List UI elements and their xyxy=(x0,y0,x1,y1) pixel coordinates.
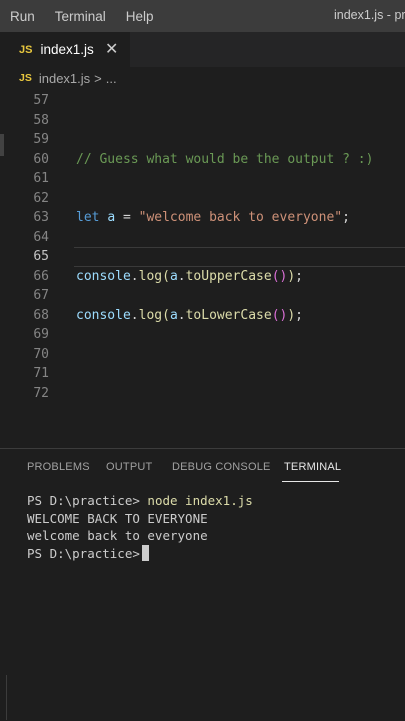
variable-a: a xyxy=(107,210,116,226)
code-line: 62 xyxy=(0,189,405,209)
chevron-right-icon: > xyxy=(94,70,102,86)
code-line: 64 xyxy=(0,228,405,248)
code-line: 67 xyxy=(0,286,405,306)
inner-parens: () xyxy=(271,307,288,323)
dot: . xyxy=(130,268,139,284)
breadcrumb-more[interactable]: ... xyxy=(106,71,117,86)
log-function: log xyxy=(138,307,163,323)
tab-index1-js[interactable]: JS index1.js ✕ xyxy=(0,32,130,67)
terminal-line: PS D:\practice> node index1.js xyxy=(27,492,253,510)
line-number: 64 xyxy=(33,229,49,245)
window-title: index1.js - pr xyxy=(334,8,405,22)
code-line: 72 xyxy=(0,384,405,404)
code-let-statement: let a = "welcome back to everyone"; xyxy=(76,210,350,225)
code-line: 70 xyxy=(0,345,405,365)
code-line: 69 xyxy=(0,325,405,345)
line-number: 67 xyxy=(33,288,49,304)
variable-a: a xyxy=(169,307,178,323)
code-comment: // Guess what would be the output ? :) xyxy=(76,151,374,167)
active-tab-indicator xyxy=(282,481,339,482)
line-number: 66 xyxy=(33,268,49,284)
keyword-let: let xyxy=(76,210,100,226)
open-paren: ( xyxy=(162,268,170,284)
code-line: 66 console.log(a.toUpperCase()); xyxy=(0,267,405,287)
semicolon: ; xyxy=(342,210,350,226)
code-line: 57 xyxy=(0,91,405,111)
menu-help[interactable]: Help xyxy=(116,9,164,24)
tab-label: index1.js xyxy=(40,42,94,57)
close-icon[interactable]: ✕ xyxy=(105,39,118,59)
dot: . xyxy=(177,268,186,284)
line-number: 65 xyxy=(33,249,49,265)
line-number: 58 xyxy=(33,112,49,128)
line-number: 61 xyxy=(33,171,49,187)
line-number: 60 xyxy=(33,151,49,167)
variable-a: a xyxy=(169,268,178,284)
code-log-upper: console.log(a.toUpperCase()); xyxy=(76,269,303,284)
line-number: 63 xyxy=(33,210,49,226)
line-number: 59 xyxy=(33,132,49,148)
terminal-output-upper: WELCOME BACK TO EVERYONE xyxy=(27,510,208,526)
panel-edge-marker xyxy=(6,675,7,720)
dot: . xyxy=(130,307,139,323)
code-line: 60 // Guess what would be the output ? :… xyxy=(0,150,405,170)
tab-terminal[interactable]: TERMINAL xyxy=(284,461,341,473)
menu-run[interactable]: Run xyxy=(0,9,45,24)
bottom-panel: PROBLEMS OUTPUT DEBUG CONSOLE TERMINAL P… xyxy=(0,448,405,721)
menu-bar: Run Terminal Help index1.js - pr xyxy=(0,0,405,32)
terminal-cursor xyxy=(141,545,149,562)
panel-tabs: PROBLEMS OUTPUT DEBUG CONSOLE TERMINAL xyxy=(0,449,405,485)
breadcrumb-file[interactable]: index1.js xyxy=(39,71,90,86)
code-line: 63 let a = "welcome back to everyone"; xyxy=(0,208,405,228)
code-line: 59 xyxy=(0,130,405,150)
line-number: 57 xyxy=(33,93,49,109)
string-literal: "welcome back to everyone" xyxy=(138,210,343,226)
terminal-prompt: PS D:\practice> xyxy=(27,493,140,509)
editor-tab-strip: JS index1.js ✕ xyxy=(0,32,405,67)
code-editor[interactable]: 57 58 59 60 // Guess what would be the o… xyxy=(0,91,405,448)
terminal-line: PS D:\practice> xyxy=(27,545,253,563)
terminal-line: welcome back to everyone xyxy=(27,527,253,545)
console-object: console xyxy=(76,307,131,323)
code-log-lower: console.log(a.toLowerCase()); xyxy=(76,308,303,323)
code-line: 71 xyxy=(0,364,405,384)
menu-terminal[interactable]: Terminal xyxy=(45,9,116,24)
breadcrumb: JS index1.js > ... xyxy=(0,67,405,89)
console-object: console xyxy=(76,268,131,284)
terminal-prompt: PS D:\practice> xyxy=(27,545,140,561)
line-number: 70 xyxy=(33,346,49,362)
tab-debug-console[interactable]: DEBUG CONSOLE xyxy=(172,461,271,473)
line-number: 69 xyxy=(33,327,49,343)
tolowercase-method: toLowerCase xyxy=(185,307,272,323)
code-line: 68 console.log(a.toLowerCase()); xyxy=(0,306,405,326)
line-number: 62 xyxy=(33,190,49,206)
open-paren: ( xyxy=(162,307,170,323)
line-number: 68 xyxy=(33,307,49,323)
tab-output[interactable]: OUTPUT xyxy=(106,461,152,473)
current-code-line: 65 xyxy=(0,247,405,267)
code-line: 61 xyxy=(0,169,405,189)
javascript-file-icon: JS xyxy=(19,43,33,56)
javascript-file-icon: JS xyxy=(19,72,32,84)
terminal-command: node index1.js xyxy=(147,493,253,509)
line-number: 71 xyxy=(33,366,49,382)
assign-operator: = xyxy=(115,210,139,226)
terminal-line: WELCOME BACK TO EVERYONE xyxy=(27,510,253,528)
semicolon: ; xyxy=(295,307,303,323)
terminal-output-lower: welcome back to everyone xyxy=(27,528,208,544)
touppercase-method: toUpperCase xyxy=(185,268,272,284)
code-line: 58 xyxy=(0,111,405,131)
close-paren: ) xyxy=(287,307,296,323)
line-number: 72 xyxy=(33,385,49,401)
inner-parens: () xyxy=(271,268,288,284)
terminal-output[interactable]: PS D:\practice> node index1.js WELCOME B… xyxy=(27,492,253,562)
semicolon: ; xyxy=(295,268,303,284)
tab-problems[interactable]: PROBLEMS xyxy=(27,461,90,473)
dot: . xyxy=(177,307,186,323)
log-function: log xyxy=(138,268,163,284)
close-paren: ) xyxy=(287,268,296,284)
